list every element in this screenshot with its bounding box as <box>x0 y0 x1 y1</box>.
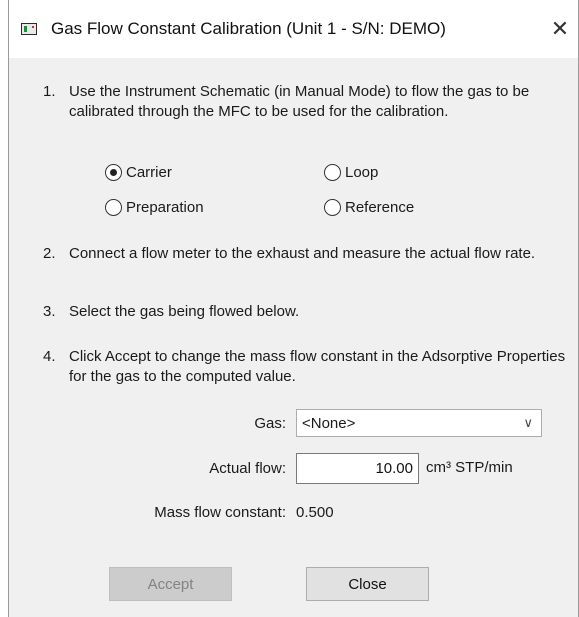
chevron-down-icon[interactable]: ∨ <box>523 415 533 431</box>
gas-select[interactable]: <None> ∨ <box>296 409 542 437</box>
step-1: 1. Use the Instrument Schematic (in Manu… <box>43 82 569 122</box>
radio-label: Reference <box>345 199 415 216</box>
mass-flow-constant-label: Mass flow constant: <box>154 504 286 521</box>
accept-button[interactable]: Accept <box>109 567 232 601</box>
title-bar: Gas Flow Constant Calibration (Unit 1 - … <box>9 0 578 58</box>
radio-reference[interactable]: Reference <box>324 199 414 216</box>
close-button[interactable]: Close <box>306 567 429 601</box>
actual-flow-label: Actual flow: <box>209 460 286 477</box>
radio-label: Loop <box>345 164 379 181</box>
radio-label: Preparation <box>126 199 204 216</box>
dialog-window: Gas Flow Constant Calibration (Unit 1 - … <box>8 0 579 617</box>
step-number: 3. <box>43 303 56 320</box>
radio-button[interactable] <box>324 199 341 216</box>
actual-flow-input[interactable] <box>296 453 419 484</box>
radio-button-checked[interactable] <box>105 164 122 181</box>
radio-button[interactable] <box>105 199 122 216</box>
radio-carrier[interactable]: Carrier <box>105 164 172 181</box>
radio-label: Carrier <box>126 164 172 181</box>
step-4: 4. Click Accept to change the mass flow … <box>43 347 569 387</box>
radio-preparation[interactable]: Preparation <box>105 199 204 216</box>
step-number: 2. <box>43 245 56 262</box>
step-text: Click Accept to change the mass flow con… <box>69 348 566 385</box>
mass-flow-constant-value: 0.500 <box>296 504 334 521</box>
step-number: 4. <box>43 348 56 365</box>
radio-loop[interactable]: Loop <box>324 164 378 181</box>
step-3: 3. Select the gas being flowed below. <box>43 302 569 322</box>
radio-button[interactable] <box>324 164 341 181</box>
app-window-icon <box>21 23 37 35</box>
step-number: 1. <box>43 83 56 100</box>
window-title: Gas Flow Constant Calibration (Unit 1 - … <box>51 19 446 38</box>
flow-unit: cm³ STP/min <box>426 459 513 476</box>
close-icon[interactable]: ✕ <box>542 12 578 46</box>
gas-label: Gas: <box>254 415 286 432</box>
step-2: 2. Connect a flow meter to the exhaust a… <box>43 244 569 264</box>
step-text: Select the gas being flowed below. <box>69 303 300 320</box>
gas-selected-value: <None> <box>302 415 356 432</box>
step-text: Use the Instrument Schematic (in Manual … <box>69 83 530 120</box>
step-text: Connect a flow meter to the exhaust and … <box>69 245 536 262</box>
